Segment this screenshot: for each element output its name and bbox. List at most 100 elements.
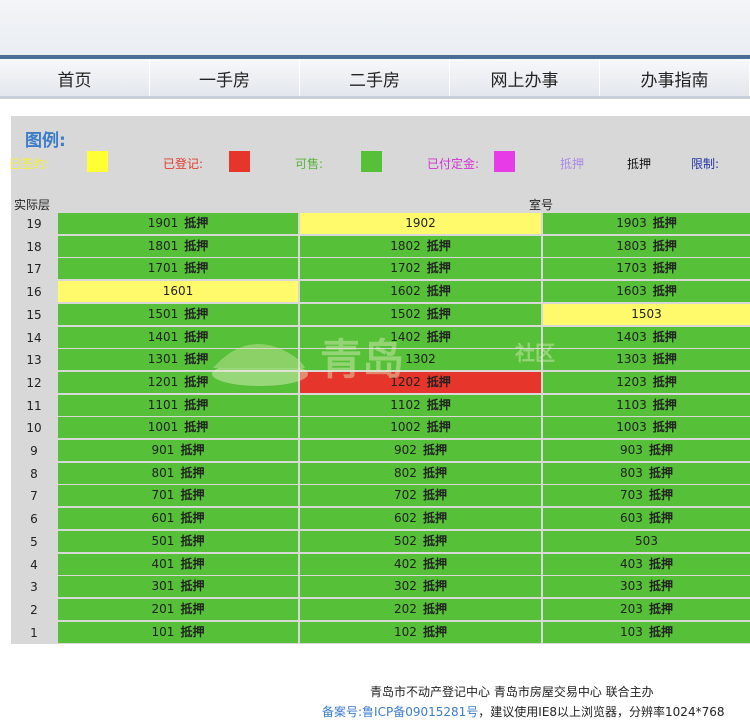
mortgage-tag: 抵押	[652, 420, 677, 435]
room-cell[interactable]: 301 抵押	[58, 576, 298, 598]
room-cell[interactable]: 903 抵押	[543, 440, 750, 461]
room-cell[interactable]: 1703 抵押	[543, 258, 750, 280]
room-cell[interactable]: 901 抵押	[58, 440, 298, 461]
room-cell[interactable]: 103 抵押	[543, 621, 750, 643]
mortgage-tag: 抵押	[426, 374, 451, 389]
mortgage-tag: 抵押	[180, 556, 205, 571]
room-number: 1701	[147, 261, 179, 276]
room-cell[interactable]: 1902	[300, 213, 541, 234]
room-cell[interactable]: 703 抵押	[543, 485, 750, 507]
nav-item-online-service[interactable]: 网上办事	[450, 59, 600, 96]
table-row: 6 601 抵押 602 抵押 603 抵押	[11, 508, 750, 530]
room-cell[interactable]: 402 抵押	[300, 553, 541, 575]
room-cell[interactable]: 902 抵押	[300, 440, 541, 461]
room-cell[interactable]: 1301 抵押	[58, 349, 298, 371]
room-cell[interactable]: 1403 抵押	[543, 326, 750, 348]
mortgage-tag: 抵押	[648, 624, 673, 639]
room-cell[interactable]: 503	[543, 530, 750, 552]
room-cell[interactable]: 1102 抵押	[300, 394, 541, 416]
room-cell[interactable]: 1402 抵押	[300, 326, 541, 348]
legend-title: 图例:	[25, 131, 66, 151]
room-cell[interactable]: 102 抵押	[300, 621, 541, 643]
room-cell[interactable]: 603 抵押	[543, 508, 750, 530]
room-cell[interactable]: 1302	[300, 349, 541, 371]
mortgage-tag: 抵押	[652, 238, 677, 253]
mortgage-tag: 抵押	[652, 374, 677, 389]
mortgage-tag: 抵押	[184, 397, 209, 412]
room-cell[interactable]: 302 抵押	[300, 576, 541, 598]
room-cell[interactable]: 1502 抵押	[300, 303, 541, 325]
room-cell[interactable]: 701 抵押	[58, 485, 298, 507]
room-cell[interactable]: 1702 抵押	[300, 258, 541, 280]
table-row: 14 1401 抵押 1402 抵押 1403 抵押	[11, 326, 750, 349]
mortgage-tag: 抵押	[184, 261, 209, 276]
room-cell[interactable]: 801 抵押	[58, 462, 298, 484]
nav-item-home[interactable]: 首页	[0, 59, 150, 96]
room-number: 1603	[616, 284, 647, 299]
room-cell[interactable]: 1801 抵押	[58, 235, 298, 257]
room-cell[interactable]: 1203 抵押	[543, 371, 750, 393]
room-cell[interactable]: 1802 抵押	[300, 235, 541, 257]
room-cell[interactable]: 1701 抵押	[58, 258, 298, 280]
room-cell[interactable]: 1601	[58, 281, 298, 303]
room-cell[interactable]: 1002 抵押	[300, 417, 541, 439]
room-number: 601	[151, 511, 175, 526]
room-cell[interactable]: 1401 抵押	[58, 326, 298, 348]
room-cell[interactable]: 1903 抵押	[543, 213, 750, 234]
nav-item-second-hand[interactable]: 二手房	[300, 59, 450, 96]
room-cell[interactable]: 601 抵押	[58, 508, 298, 530]
room-cell[interactable]: 502 抵押	[300, 530, 541, 552]
room-number: 401	[151, 556, 175, 571]
nav-item-new-house[interactable]: 一手房	[150, 59, 300, 96]
footer-info: 备案号:鲁ICP备09015281号，建议使用IE8以上浏览器，分辨率1024*…	[322, 703, 724, 720]
room-number: 402	[394, 556, 417, 571]
room-cell[interactable]: 1803 抵押	[543, 235, 750, 257]
room-cell[interactable]: 1103 抵押	[543, 394, 750, 416]
room-cell[interactable]: 202 抵押	[300, 598, 541, 620]
room-cell[interactable]: 1202 抵押	[300, 371, 541, 393]
room-number: 202	[394, 601, 417, 616]
room-cell[interactable]: 203 抵押	[543, 598, 750, 620]
room-cell[interactable]: 201 抵押	[58, 598, 298, 620]
table-row: 7 701 抵押 702 抵押 703 抵押	[11, 485, 750, 507]
room-cell[interactable]: 1503	[543, 303, 750, 325]
room-cell[interactable]: 1201 抵押	[58, 371, 298, 393]
room-cell[interactable]: 101 抵押	[58, 621, 298, 643]
mortgage-tag: 抵押	[184, 420, 209, 435]
table-row: 18 1801 抵押 1802 抵押 1803 抵押	[11, 235, 750, 258]
floor-number: 1	[30, 625, 38, 640]
room-number: 903	[620, 443, 643, 457]
mortgage-tag: 抵押	[426, 397, 451, 412]
room-cell[interactable]: 1003 抵押	[543, 417, 750, 439]
room-number: 501	[151, 533, 175, 548]
mortgage-tag: 抵押	[180, 488, 205, 503]
room-cell[interactable]: 702 抵押	[300, 485, 541, 507]
mortgage-tag: 抵押	[648, 488, 673, 503]
room-cell[interactable]: 602 抵押	[300, 508, 541, 530]
room-cell[interactable]: 1901 抵押	[58, 213, 298, 234]
room-cell[interactable]: 1001 抵押	[58, 417, 298, 439]
room-cell[interactable]: 303 抵押	[543, 576, 750, 598]
room-cell[interactable]: 1303 抵押	[543, 349, 750, 371]
icp-link[interactable]: 备案号:鲁ICP备09015281号	[322, 705, 478, 719]
floor-number: 15	[26, 307, 42, 322]
room-number: 1901	[147, 216, 179, 230]
table-row: 12 1201 抵押 1202 抵押 1203 抵押	[11, 371, 750, 394]
room-number: 1602	[390, 284, 421, 299]
room-cell[interactable]: 403 抵押	[543, 553, 750, 575]
room-cell[interactable]: 1603 抵押	[543, 281, 750, 303]
room-cell[interactable]: 803 抵押	[543, 462, 750, 484]
room-cell[interactable]: 1602 抵押	[300, 281, 541, 303]
room-cell[interactable]: 802 抵押	[300, 462, 541, 484]
room-number: 502	[394, 533, 417, 548]
room-number: 1203	[616, 374, 647, 389]
table-row: 9 901 抵押 902 抵押 903 抵押	[11, 440, 750, 462]
room-cell[interactable]: 401 抵押	[58, 553, 298, 575]
room-number: 1001	[147, 420, 179, 435]
room-cell[interactable]: 1101 抵押	[58, 394, 298, 416]
nav-item-guide[interactable]: 办事指南	[600, 59, 750, 96]
legend-mortgage-label: 抵押	[560, 157, 585, 171]
room-number: 1401	[147, 329, 179, 344]
room-cell[interactable]: 501 抵押	[58, 530, 298, 552]
room-cell[interactable]: 1501 抵押	[58, 303, 298, 325]
